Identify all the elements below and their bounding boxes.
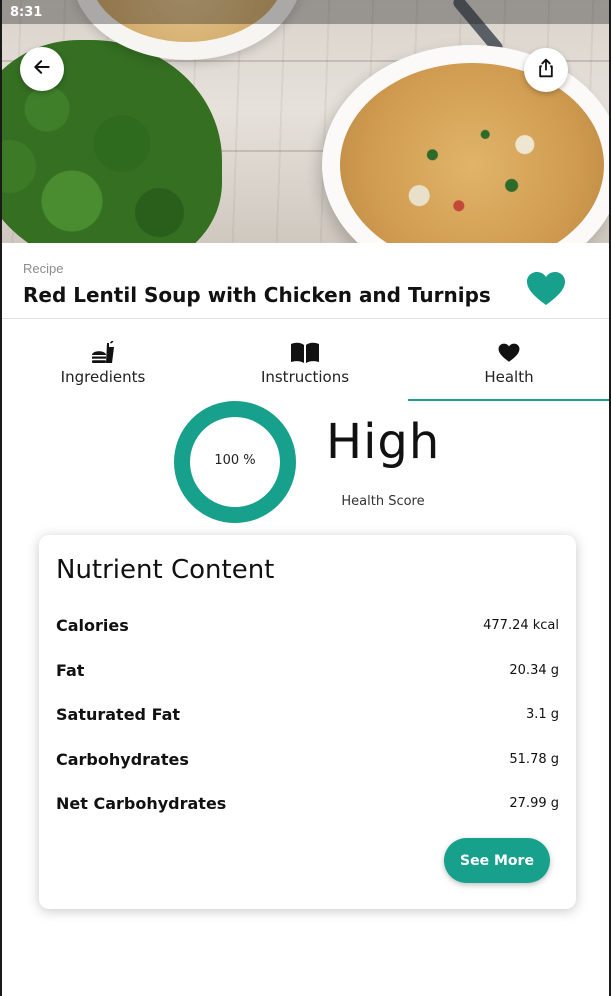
health-score-caption: Health Score [341,494,425,509]
tab-label: Instructions [260,368,350,386]
tab-health[interactable]: Health [408,320,609,401]
tab-label: Health [484,368,534,386]
open-book-icon [290,340,320,366]
see-more-button[interactable]: See More [444,838,550,883]
heart-icon [498,340,520,366]
nutrient-value: 477.24 kcal [483,618,559,633]
health-score-percent: 100 % [214,453,256,468]
recipe-title: Red Lentil Soup with Chicken and Turnips [23,283,491,307]
back-button[interactable] [20,47,64,91]
nutrient-value: 20.34 g [509,663,559,678]
nutrient-name: Calories [56,616,129,635]
recipe-hero-image [2,0,609,243]
nutrient-card-title: Nutrient Content [56,555,275,585]
nutrient-name: Saturated Fat [56,705,181,724]
nutrient-name: Fat [56,661,85,680]
nutrient-value: 51.78 g [509,752,559,767]
heart-icon [526,272,566,311]
nutrient-name: Carbohydrates [56,750,189,769]
health-score-word: High [326,414,441,470]
nutrient-row: Fat 20.34 g [56,661,559,685]
nutrient-row: Carbohydrates 51.78 g [56,750,559,774]
tab-label: Ingredients [60,368,146,386]
nutrient-row: Calories 477.24 kcal [56,616,559,640]
nutrient-card: Nutrient Content Calories 477.24 kcal Fa… [39,535,576,909]
share-button[interactable] [524,48,568,92]
recipe-header: Recipe Red Lentil Soup with Chicken and … [2,243,609,319]
tab-instructions[interactable]: Instructions [204,320,406,402]
nutrient-row: Saturated Fat 3.1 g [56,705,559,729]
recipe-tabs: Ingredients Instructions Health [2,320,609,402]
recipe-screen: 8:31 Recipe Red Lentil Soup with Chicken… [0,0,611,996]
share-icon [536,57,556,83]
status-time: 8:31 [10,5,43,20]
favorite-button[interactable] [526,271,566,307]
nutrient-name: Net Carbohydrates [56,794,227,813]
nutrient-value: 27.99 g [509,796,559,811]
nutrient-value: 3.1 g [525,707,559,722]
recipe-label: Recipe [23,261,64,276]
fast-food-icon [90,340,116,366]
status-bar: 8:31 [2,0,609,24]
nutrient-row: Net Carbohydrates 27.99 g [56,794,559,818]
arrow-left-icon [32,57,52,81]
tab-ingredients[interactable]: Ingredients [2,320,204,402]
